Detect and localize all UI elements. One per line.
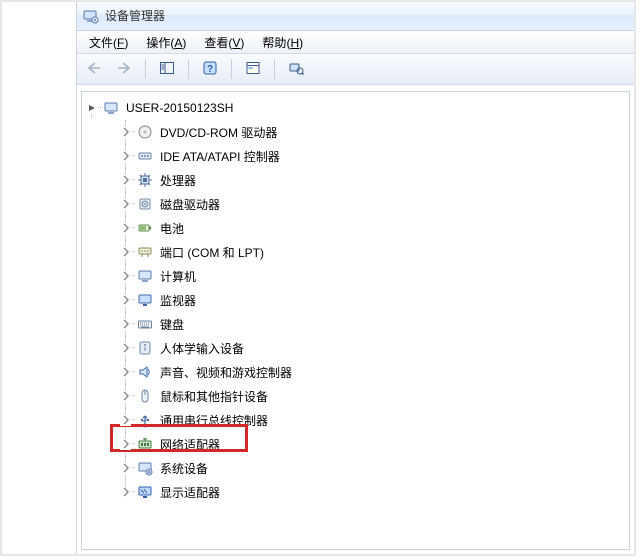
tree-item-label: 通用串行总线控制器 (158, 412, 270, 429)
network-icon (136, 435, 154, 453)
keyboard-icon (136, 315, 154, 333)
device-manager-icon (83, 8, 99, 24)
toolbar-separator (231, 59, 232, 79)
tree-item-label: 处理器 (158, 172, 198, 189)
tree-item-ide[interactable]: IDE ATA/ATAPI 控制器 (118, 144, 629, 168)
tree-root[interactable]: USER-20150123SH DVD/CD-ROM 驱动器 IDE ATA/AT… (84, 96, 629, 504)
tree-item-label: 鼠标和其他指针设备 (158, 388, 270, 405)
tree-item-disk[interactable]: 磁盘驱动器 (118, 192, 629, 216)
expand-icon[interactable] (120, 391, 131, 402)
tree-item-system[interactable]: 系统设备 (118, 456, 629, 480)
tree-item-label: 键盘 (158, 316, 186, 333)
port-icon (136, 243, 154, 261)
expand-icon[interactable] (120, 367, 131, 378)
tree-item-sound[interactable]: 声音、视频和游戏控制器 (118, 360, 629, 384)
outer-frame: 设备管理器 文件(F) 操作(A) 查看(V) 帮助(H) ? (0, 0, 636, 556)
tree-item-label: 磁盘驱动器 (158, 196, 222, 213)
expand-icon[interactable] (120, 199, 131, 210)
cpu-icon (136, 171, 154, 189)
usb-icon (136, 411, 154, 429)
tree-item-label: 网络适配器 (158, 436, 222, 453)
help-icon: ? (202, 60, 218, 79)
tree-item-label: 显示适配器 (158, 484, 222, 501)
tree-item-cpu[interactable]: 处理器 (118, 168, 629, 192)
tree-item-label: DVD/CD-ROM 驱动器 (158, 124, 279, 141)
computer-root-icon (102, 99, 120, 117)
disc-icon (136, 123, 154, 141)
toolbar-back[interactable] (81, 57, 107, 81)
expand-icon[interactable] (120, 223, 131, 234)
tree-item-display[interactable]: 显示适配器 (118, 480, 629, 504)
title-bar: 设备管理器 (77, 2, 634, 31)
battery-icon (136, 219, 154, 237)
tree-panel[interactable]: USER-20150123SH DVD/CD-ROM 驱动器 IDE ATA/AT… (81, 91, 630, 550)
expand-icon[interactable] (120, 295, 131, 306)
expand-icon[interactable] (120, 271, 131, 282)
tree-area: USER-20150123SH DVD/CD-ROM 驱动器 IDE ATA/AT… (77, 85, 634, 554)
tree-item-usb[interactable]: 通用串行总线控制器 (118, 408, 629, 432)
device-manager-window: 设备管理器 文件(F) 操作(A) 查看(V) 帮助(H) ? (76, 2, 634, 554)
toolbar-separator (145, 59, 146, 79)
back-icon (86, 61, 102, 78)
display-icon (136, 483, 154, 501)
forward-icon (116, 61, 132, 78)
expand-icon[interactable] (120, 439, 131, 450)
menu-bar: 文件(F) 操作(A) 查看(V) 帮助(H) (77, 31, 634, 54)
expand-icon[interactable] (120, 247, 131, 258)
tree-item-label: 电池 (158, 220, 186, 237)
toolbar: ? (77, 54, 634, 85)
tree-item-keyboard[interactable]: 键盘 (118, 312, 629, 336)
toolbar-help[interactable]: ? (197, 57, 223, 81)
tree-root-label: USER-20150123SH (124, 101, 235, 115)
tree-item-hid[interactable]: 人体学输入设备 (118, 336, 629, 360)
menu-help[interactable]: 帮助(H) (254, 33, 311, 52)
toolbar-properties[interactable] (240, 57, 266, 81)
scan-hardware-icon (288, 60, 304, 79)
expand-icon[interactable] (120, 415, 131, 426)
tree-item-dvd[interactable]: DVD/CD-ROM 驱动器 (118, 120, 629, 144)
tree-item-label: IDE ATA/ATAPI 控制器 (158, 148, 282, 165)
tree-item-network[interactable]: 网络适配器 (118, 432, 629, 456)
tree-item-label: 计算机 (158, 268, 198, 285)
expand-icon[interactable] (120, 343, 131, 354)
tree-item-battery[interactable]: 电池 (118, 216, 629, 240)
tree-item-label: 系统设备 (158, 460, 210, 477)
computer-icon (136, 267, 154, 285)
disk-icon (136, 195, 154, 213)
mouse-icon (136, 387, 154, 405)
toolbar-forward[interactable] (111, 57, 137, 81)
expand-icon[interactable] (120, 487, 131, 498)
sound-icon (136, 363, 154, 381)
tree-item-label: 声音、视频和游戏控制器 (158, 364, 294, 381)
toolbar-separator (274, 59, 275, 79)
toolbar-separator (188, 59, 189, 79)
menu-view[interactable]: 查看(V) (196, 33, 252, 52)
monitor-icon (136, 291, 154, 309)
window-title: 设备管理器 (105, 2, 165, 30)
tree-item-label: 人体学输入设备 (158, 340, 246, 357)
expand-icon[interactable] (120, 127, 131, 138)
ide-icon (136, 147, 154, 165)
toolbar-scan-hardware[interactable] (283, 57, 309, 81)
system-icon (136, 459, 154, 477)
expand-icon[interactable] (120, 319, 131, 330)
tree-item-label: 监视器 (158, 292, 198, 309)
tree-item-ports[interactable]: 端口 (COM 和 LPT) (118, 240, 629, 264)
tree-pane-icon (159, 61, 175, 78)
collapse-icon[interactable] (86, 103, 97, 114)
properties-icon (245, 61, 261, 78)
hid-icon (136, 339, 154, 357)
tree-item-label: 端口 (COM 和 LPT) (158, 244, 266, 261)
tree-item-mouse[interactable]: 鼠标和其他指针设备 (118, 384, 629, 408)
device-tree: USER-20150123SH DVD/CD-ROM 驱动器 IDE ATA/AT… (84, 96, 629, 504)
tree-item-monitor[interactable]: 监视器 (118, 288, 629, 312)
tree-item-computer[interactable]: 计算机 (118, 264, 629, 288)
menu-file[interactable]: 文件(F) (81, 33, 136, 52)
expand-icon[interactable] (120, 463, 131, 474)
svg-text:?: ? (207, 64, 213, 75)
expand-icon[interactable] (120, 175, 131, 186)
expand-icon[interactable] (120, 151, 131, 162)
menu-action[interactable]: 操作(A) (138, 33, 194, 52)
toolbar-show-hide-tree[interactable] (154, 57, 180, 81)
